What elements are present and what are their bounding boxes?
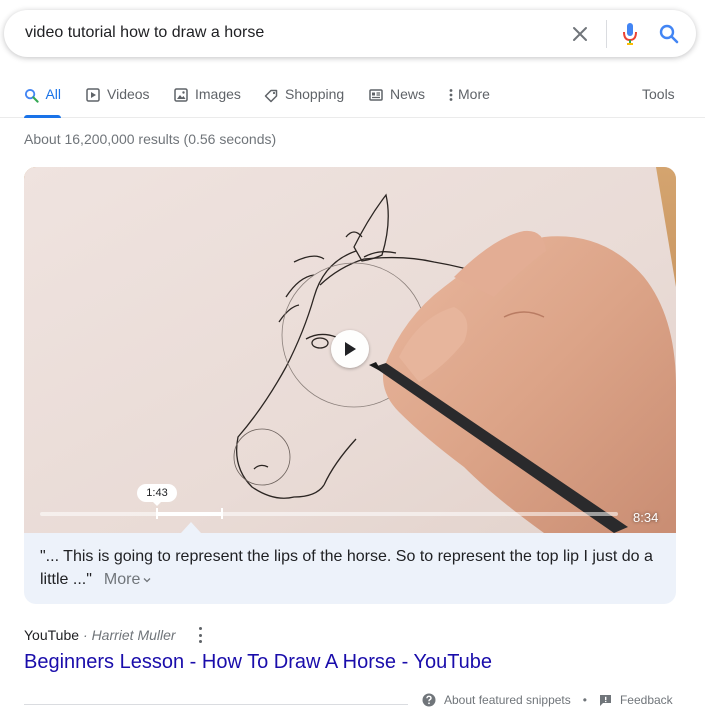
video-progress-track[interactable]: [40, 512, 618, 516]
feedback-link[interactable]: Feedback: [599, 693, 673, 707]
tab-more[interactable]: More: [448, 86, 490, 118]
feedback-icon: [599, 694, 611, 706]
timestamp-badge: 1:43: [137, 484, 177, 506]
segment-end-marker: [221, 508, 223, 519]
tab-news[interactable]: News: [368, 86, 425, 118]
more-vert-icon: [448, 87, 454, 103]
more-transcript-button[interactable]: More: [104, 571, 151, 588]
feedback-label: Feedback: [619, 693, 673, 707]
tab-label: News: [390, 86, 426, 102]
chevron-down-icon: [143, 577, 151, 583]
result-options-button[interactable]: [196, 627, 206, 643]
search-icon: [659, 24, 679, 44]
tab-label: Images: [195, 86, 241, 102]
news-icon: [368, 87, 384, 103]
tab-label: More: [458, 86, 490, 102]
tab-all[interactable]: All: [24, 86, 61, 118]
transcript-snippet: "... This is going to represent the lips…: [40, 545, 664, 591]
tab-images[interactable]: Images: [173, 86, 241, 118]
voice-search-button[interactable]: [617, 21, 643, 47]
segment-start-marker: [156, 508, 158, 519]
source-author: · Harriet Muller: [83, 627, 176, 643]
about-label: About featured snippets: [444, 693, 571, 707]
tab-label: All: [45, 86, 61, 102]
play-icon: [345, 342, 356, 356]
dot: [199, 627, 203, 630]
dot: [199, 633, 203, 637]
video-duration: 8:34: [633, 510, 659, 525]
video-thumbnail[interactable]: 1:43 8:34: [24, 167, 676, 533]
tag-icon: [263, 87, 279, 103]
tab-videos[interactable]: Videos: [85, 86, 150, 118]
result-title-link[interactable]: Beginners Lesson - How To Draw A Horse -…: [24, 651, 492, 674]
tab-label: Shopping: [285, 86, 345, 102]
image-icon: [173, 87, 189, 103]
snippet-footer: About featured snippets • Feedback: [422, 693, 673, 707]
search-button[interactable]: [656, 21, 682, 47]
footer-separator: •: [582, 693, 587, 707]
search-input[interactable]: video tutorial how to draw a horse: [25, 24, 264, 42]
tools-button[interactable]: Tools: [642, 86, 675, 102]
featured-video-snippet: 1:43 8:34 "... This is going to represen…: [24, 167, 676, 604]
result-source: YouTube · Harriet Muller: [24, 627, 206, 643]
help-icon: [422, 693, 436, 707]
key-moment-segment[interactable]: [156, 512, 222, 516]
search-icon: [24, 87, 39, 103]
more-label: More: [103, 571, 141, 588]
search-bar-divider: [606, 20, 607, 48]
transcript-pointer: [181, 522, 201, 533]
search-bar[interactable]: video tutorial how to draw a horse: [4, 10, 696, 57]
source-site: YouTube: [24, 627, 80, 643]
tab-label: Videos: [107, 86, 150, 102]
dot: [199, 640, 203, 643]
about-featured-snippets-link[interactable]: About featured snippets: [422, 693, 571, 707]
close-icon: [573, 27, 587, 41]
clear-search-button[interactable]: [567, 21, 593, 47]
result-stats: About 16,200,000 results (0.56 seconds): [24, 131, 277, 147]
video-icon: [85, 87, 101, 103]
tab-shopping[interactable]: Shopping: [263, 86, 344, 118]
search-tabs: All Videos Images Shopping News More Too…: [0, 80, 705, 118]
play-button[interactable]: [331, 330, 369, 368]
microphone-icon: [623, 23, 637, 45]
footer-divider: [24, 704, 408, 705]
